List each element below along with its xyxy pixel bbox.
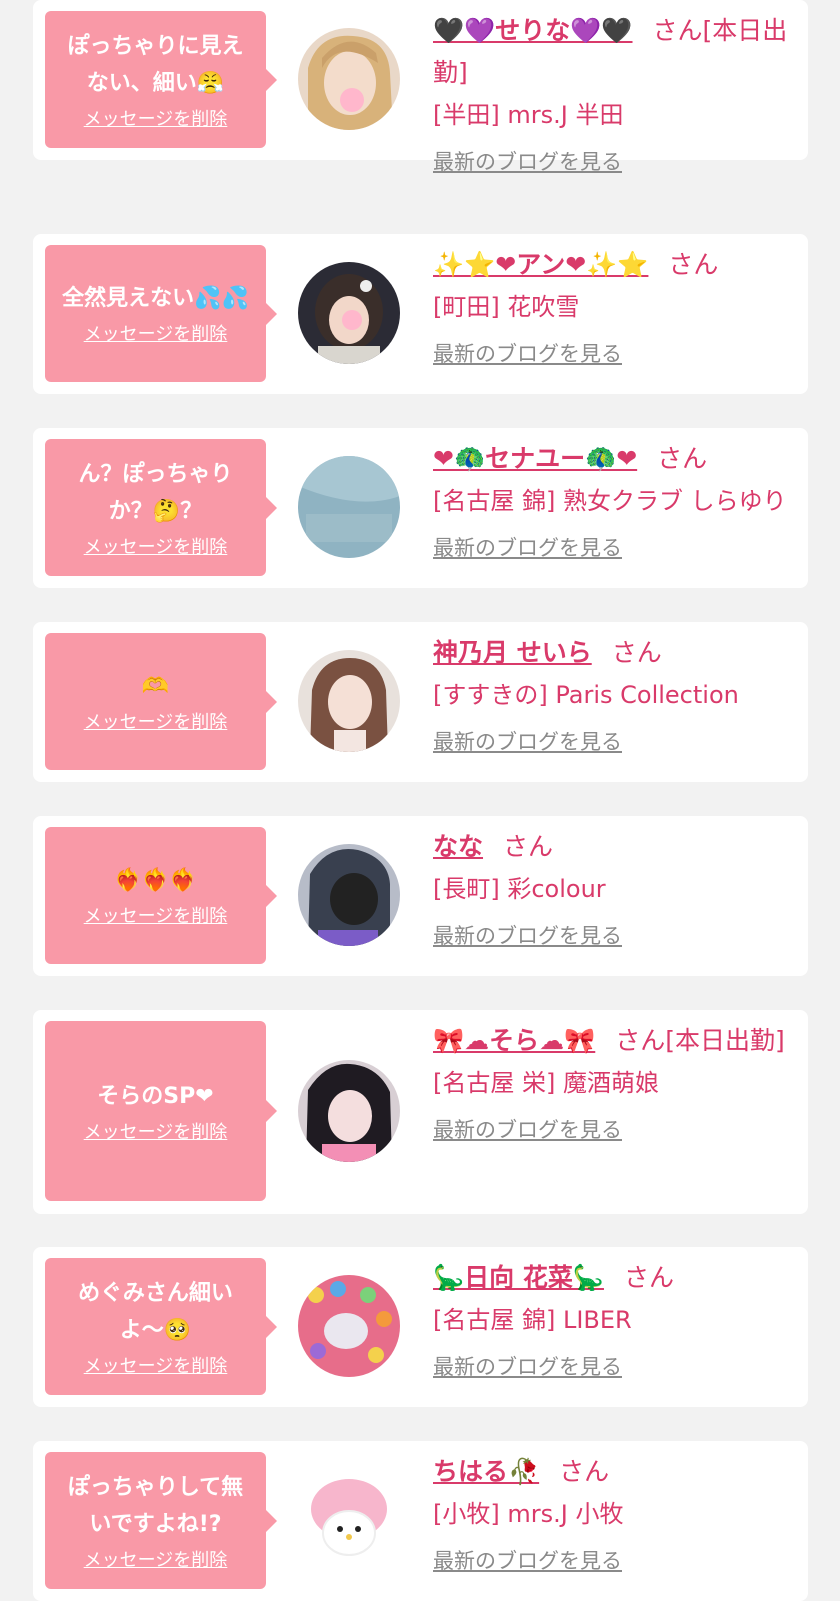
message-bubble: ぽっちゃりに見えない、細い😤 メッセージを削除 (45, 11, 277, 148)
delete-message-link[interactable]: メッセージを削除 (84, 905, 228, 929)
shop-name[interactable]: [すすきの] Paris Collection (433, 674, 793, 716)
thank-message-list: ぽっちゃりに見えない、細い😤 メッセージを削除 🖤💜せりな💜🖤 さん[本日出勤] … (0, 0, 840, 1601)
delete-message-link[interactable]: メッセージを削除 (84, 1355, 228, 1379)
honorific-text: さん[本日出勤] (615, 1026, 785, 1055)
girl-info: 🦕日向 花菜🦕 さん [名古屋 錦] LIBER 最新のブログを見る (433, 1257, 793, 1381)
honorific-text: さん (503, 832, 554, 861)
girl-info: 🎀☁そら☁🎀 さん[本日出勤] [名古屋 栄] 魔酒萌娘 最新のブログを見る (433, 1020, 793, 1144)
girl-name-link[interactable]: ✨⭐❤アン❤✨⭐ (433, 250, 648, 279)
message-card: ん？ぽっちゃりか？🤔？ メッセージを削除 ❤🦚セナユー🦚❤ さん [名古屋 錦] … (33, 428, 808, 588)
avatar[interactable] (298, 650, 400, 752)
girl-line: 神乃月 せいら さん (433, 632, 793, 674)
shop-name[interactable]: [名古屋 錦] LIBER (433, 1299, 793, 1341)
message-bubble: 🫶 メッセージを削除 (45, 633, 277, 770)
message-bubble: めぐみさん細いよ〜🥺 メッセージを削除 (45, 1258, 277, 1395)
girl-line: なな さん (433, 826, 793, 868)
message-text: 全然見えない💦💦 (62, 286, 249, 311)
honorific-text: さん (623, 1263, 674, 1292)
delete-message-link[interactable]: メッセージを削除 (84, 108, 228, 132)
girl-info: ちはる🥀 さん [小牧] mrs.J 小牧 最新のブログを見る (433, 1451, 793, 1575)
message-text: ぽっちゃりに見えない、細い😤 (67, 33, 244, 96)
message-bubble: 全然見えない💦💦 メッセージを削除 (45, 245, 277, 382)
message-text: めぐみさん細いよ〜🥺 (78, 1280, 233, 1343)
honorific-text: さん (657, 444, 708, 473)
message-card: ぽっちゃりして無いですよね!? メッセージを削除 ちはる🥀 さん [小牧] mrs… (33, 1441, 808, 1601)
girl-info: なな さん [長町] 彩colour 最新のブログを見る (433, 826, 793, 950)
avatar[interactable] (298, 28, 400, 130)
girl-name-link[interactable]: なな (433, 832, 483, 861)
girl-info: 🖤💜せりな💜🖤 さん[本日出勤] [半田] mrs.J 半田 最新のブログを見る (433, 10, 793, 176)
girl-line: ❤🦚セナユー🦚❤ さん (433, 438, 793, 480)
delete-message-link[interactable]: メッセージを削除 (84, 323, 228, 347)
message-card: ぽっちゃりに見えない、細い😤 メッセージを削除 🖤💜せりな💜🖤 さん[本日出勤] … (33, 0, 808, 174)
delete-message-link[interactable]: メッセージを削除 (84, 536, 228, 560)
latest-blog-link[interactable]: 最新のブログを見る (433, 148, 622, 176)
girl-line: 🖤💜せりな💜🖤 さん[本日出勤] (433, 10, 793, 94)
message-bubble: そらのSP❤ メッセージを削除 (45, 1021, 277, 1201)
girl-info: ❤🦚セナユー🦚❤ さん [名古屋 錦] 熟女クラブ しらゆり 最新のブログを見る (433, 438, 793, 562)
girl-info: ✨⭐❤アン❤✨⭐ さん [町田] 花吹雪 最新のブログを見る (433, 244, 793, 368)
message-text: ❤‍🔥❤‍🔥❤‍🔥 (114, 868, 197, 893)
message-bubble: ん？ぽっちゃりか？🤔？ メッセージを削除 (45, 439, 277, 576)
avatar[interactable] (298, 456, 400, 558)
message-card: 全然見えない💦💦 メッセージを削除 ✨⭐❤アン❤✨⭐ さん [町田] 花吹雪 最新… (33, 234, 808, 394)
girl-line: 🦕日向 花菜🦕 さん (433, 1257, 793, 1299)
latest-blog-link[interactable]: 最新のブログを見る (433, 340, 622, 368)
latest-blog-link[interactable]: 最新のブログを見る (433, 922, 622, 950)
girl-line: ✨⭐❤アン❤✨⭐ さん (433, 244, 793, 286)
delete-message-link[interactable]: メッセージを削除 (84, 1549, 228, 1573)
message-text: 🫶 (141, 674, 170, 699)
delete-message-link[interactable]: メッセージを削除 (84, 711, 228, 735)
message-card: 🫶 メッセージを削除 神乃月 せいら さん [すすきの] Paris Collec… (33, 622, 808, 782)
latest-blog-link[interactable]: 最新のブログを見る (433, 1116, 622, 1144)
shop-name[interactable]: [町田] 花吹雪 (433, 286, 793, 328)
message-text: そらのSP❤ (97, 1083, 214, 1109)
honorific-text: さん (559, 1457, 610, 1486)
message-card: ❤‍🔥❤‍🔥❤‍🔥 メッセージを削除 なな さん [長町] 彩colour 最新の… (33, 816, 808, 976)
girl-name-link[interactable]: ちはる🥀 (433, 1457, 539, 1486)
girl-line: ちはる🥀 さん (433, 1451, 793, 1493)
avatar[interactable] (298, 1060, 400, 1162)
latest-blog-link[interactable]: 最新のブログを見る (433, 1353, 622, 1381)
girl-line: 🎀☁そら☁🎀 さん[本日出勤] (433, 1020, 793, 1062)
avatar[interactable] (298, 844, 400, 946)
message-text: ん？ぽっちゃりか？🤔？ (78, 461, 233, 524)
avatar[interactable] (298, 1469, 400, 1571)
message-card: めぐみさん細いよ〜🥺 メッセージを削除 🦕日向 花菜🦕 さん [名古屋 錦] LI… (33, 1247, 808, 1407)
delete-message-link[interactable]: メッセージを削除 (84, 1121, 228, 1145)
message-card: そらのSP❤ メッセージを削除 🎀☁そら☁🎀 さん[本日出勤] [名古屋 栄] 魔… (33, 1010, 808, 1214)
honorific-text: さん (668, 250, 719, 279)
avatar[interactable] (298, 262, 400, 364)
latest-blog-link[interactable]: 最新のブログを見る (433, 534, 622, 562)
shop-name[interactable]: [小牧] mrs.J 小牧 (433, 1493, 793, 1535)
message-bubble: ぽっちゃりして無いですよね!? メッセージを削除 (45, 1452, 277, 1589)
message-bubble: ❤‍🔥❤‍🔥❤‍🔥 メッセージを削除 (45, 827, 277, 964)
latest-blog-link[interactable]: 最新のブログを見る (433, 728, 622, 756)
shop-name[interactable]: [長町] 彩colour (433, 868, 793, 910)
girl-info: 神乃月 せいら さん [すすきの] Paris Collection 最新のブログ… (433, 632, 793, 756)
message-text: ぽっちゃりして無いですよね!? (67, 1474, 244, 1537)
honorific-text: さん (611, 638, 662, 667)
girl-name-link[interactable]: 🎀☁そら☁🎀 (433, 1026, 595, 1055)
girl-name-link[interactable]: 神乃月 せいら (433, 638, 592, 667)
shop-name[interactable]: [半田] mrs.J 半田 (433, 94, 793, 136)
shop-name[interactable]: [名古屋 錦] 熟女クラブ しらゆり (433, 480, 793, 522)
avatar[interactable] (298, 1275, 400, 1377)
latest-blog-link[interactable]: 最新のブログを見る (433, 1547, 622, 1575)
shop-name[interactable]: [名古屋 栄] 魔酒萌娘 (433, 1062, 793, 1104)
girl-name-link[interactable]: ❤🦚セナユー🦚❤ (433, 444, 637, 473)
girl-name-link[interactable]: 🖤💜せりな💜🖤 (433, 16, 633, 45)
girl-name-link[interactable]: 🦕日向 花菜🦕 (433, 1263, 604, 1292)
